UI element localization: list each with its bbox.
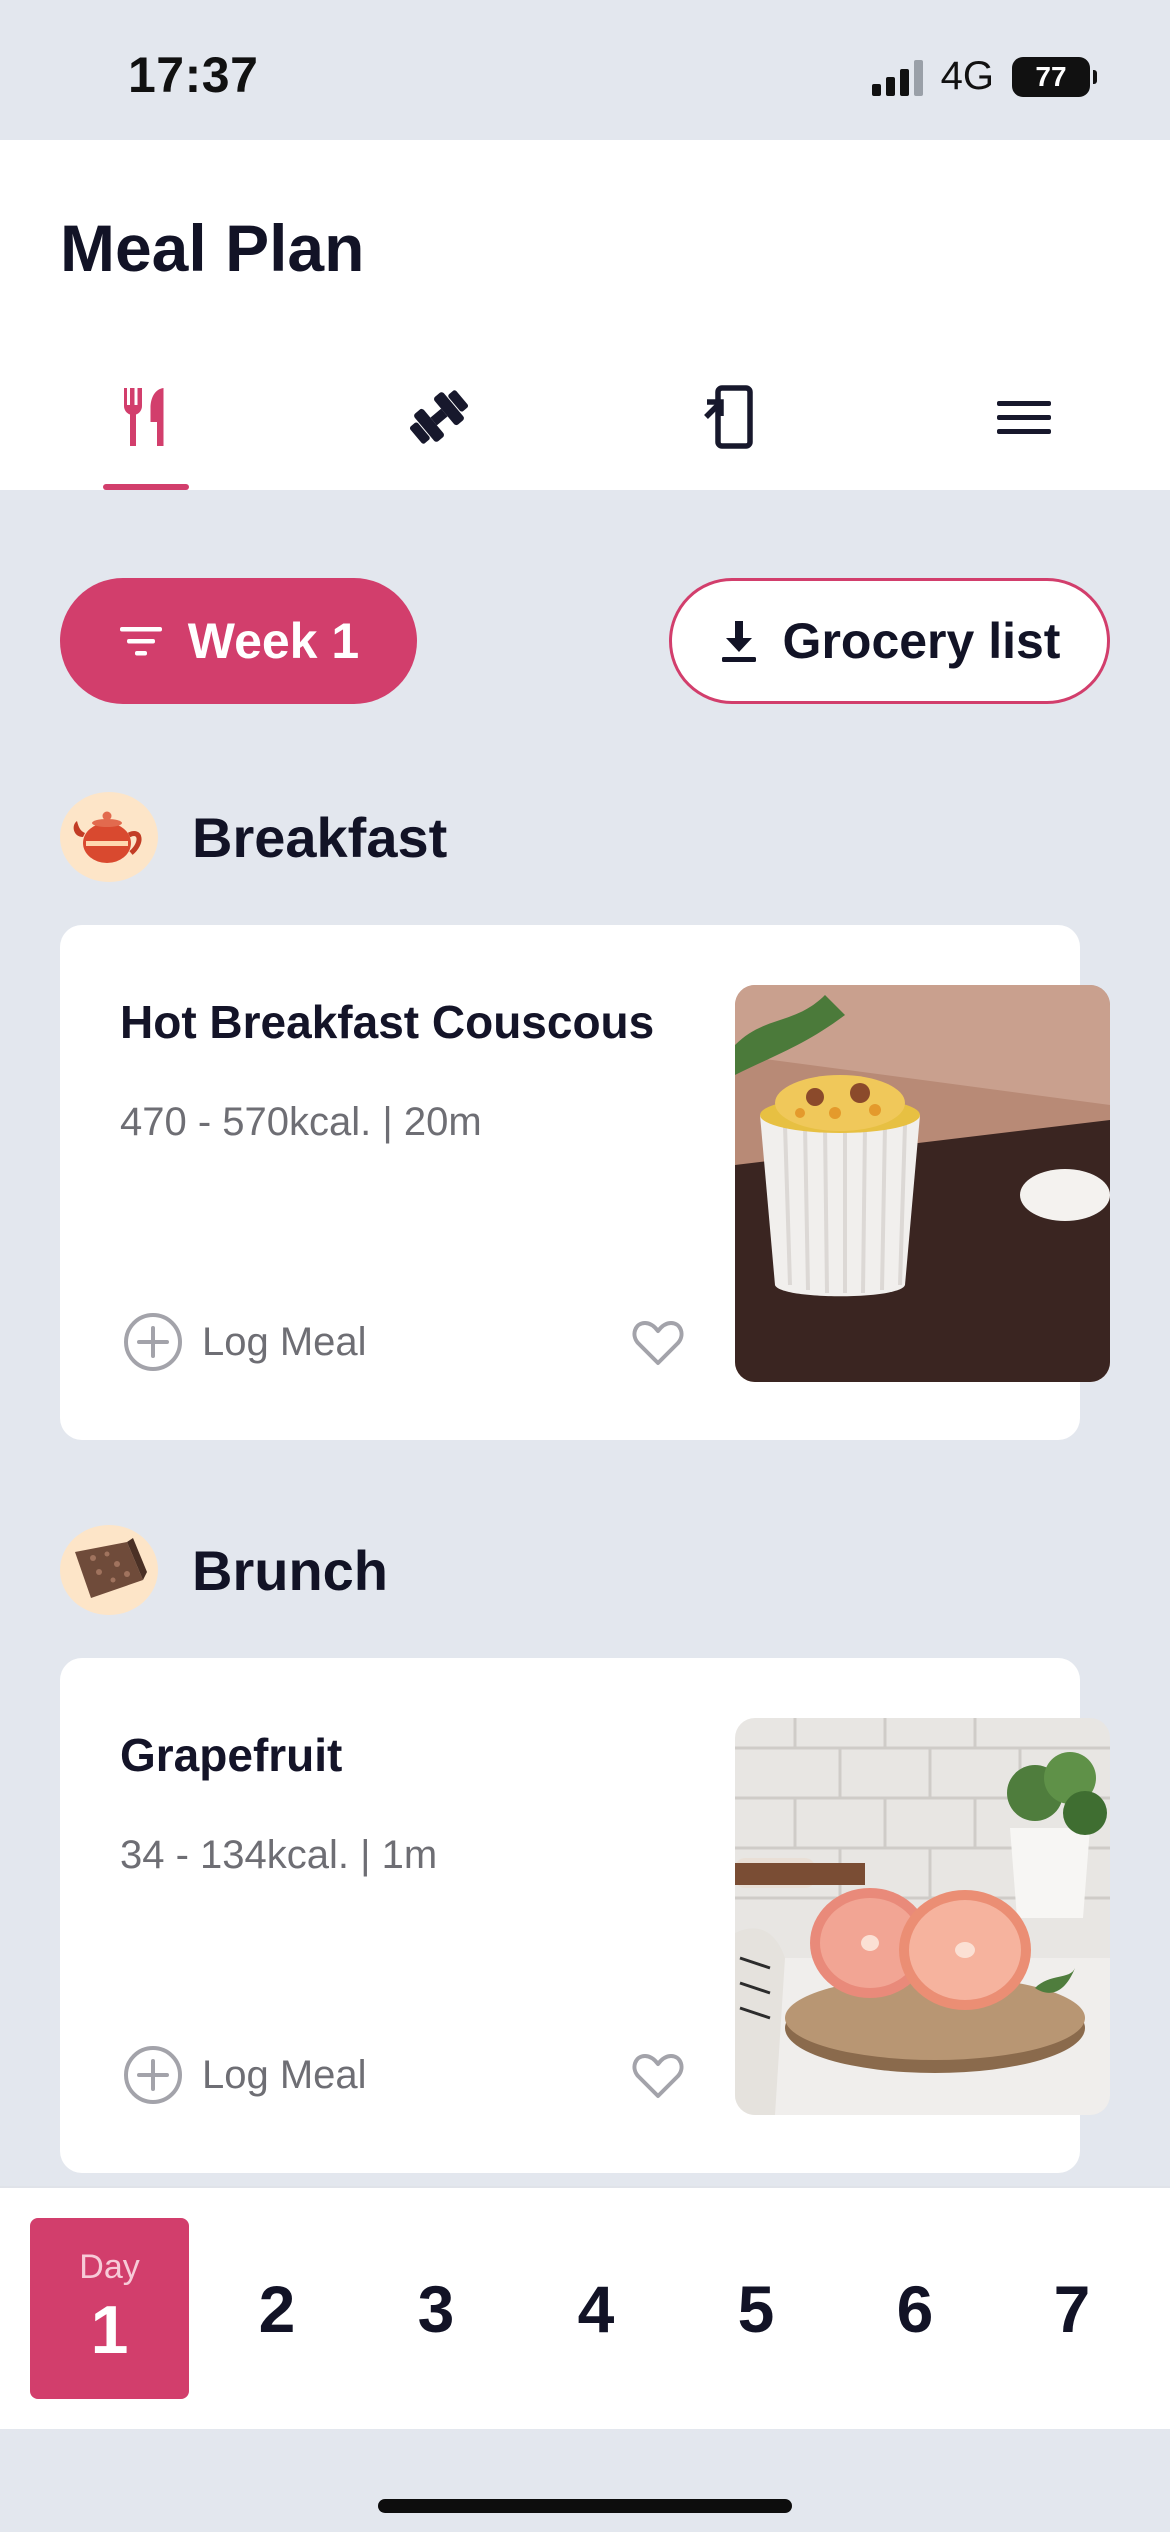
tab-bar xyxy=(0,362,1170,490)
day-selector: Day 1 2 3 4 5 6 7 xyxy=(0,2186,1170,2429)
teapot-icon xyxy=(60,792,158,882)
day-1-button[interactable]: Day 1 xyxy=(30,2218,189,2399)
day-3-button[interactable]: 3 xyxy=(386,2218,486,2399)
meal-meta: 470 - 570kcal. | 20m xyxy=(120,1100,482,1144)
log-meal-button[interactable]: Log Meal xyxy=(122,1310,367,1374)
dumbbell-icon xyxy=(409,390,469,444)
meal-card[interactable]: Grapefruit 34 - 134kcal. | 1m Log Meal xyxy=(60,1658,1110,2173)
status-indicators: 4G 77 xyxy=(871,54,1097,99)
day-number: 1 xyxy=(90,2292,129,2368)
network-type: 4G xyxy=(940,54,994,98)
meal-name[interactable]: Grapefruit xyxy=(120,1728,342,1782)
grocery-list-button[interactable]: Grocery list xyxy=(669,578,1110,704)
tab-meal-plan[interactable] xyxy=(86,362,206,490)
heart-icon[interactable] xyxy=(630,2048,686,2104)
fork-knife-icon xyxy=(123,388,164,446)
meal-heading: Brunch xyxy=(192,1538,388,1602)
hamburger-menu-icon xyxy=(997,401,1051,434)
status-bar: 17:37 4G 77 xyxy=(0,0,1170,140)
home-indicator[interactable] xyxy=(378,2499,792,2513)
cellular-signal-icon xyxy=(871,58,923,96)
meal-photo[interactable] xyxy=(735,1718,1110,2115)
day-label: Day xyxy=(79,2248,140,2286)
meal-meta: 34 - 134kcal. | 1m xyxy=(120,1833,438,1877)
day-5-button[interactable]: 5 xyxy=(706,2218,806,2399)
plus-circle-icon xyxy=(124,1313,182,1371)
meal-heading: Breakfast xyxy=(192,805,448,869)
battery-icon: 77 xyxy=(1012,56,1097,97)
page-title: Meal Plan xyxy=(60,211,365,285)
bottom-safe-area xyxy=(0,2429,1170,2532)
status-time: 17:37 xyxy=(128,47,259,103)
cereal-bar-icon xyxy=(60,1525,158,1615)
meal-header: Brunch xyxy=(60,1525,388,1615)
meal-card[interactable]: Hot Breakfast Couscous 470 - 570kcal. | … xyxy=(60,925,1110,1440)
battery-level: 77 xyxy=(1035,60,1067,92)
grocery-list-label: Grocery list xyxy=(782,613,1061,669)
log-meal-label: Log Meal xyxy=(202,1319,367,1364)
couscous-photo xyxy=(735,985,1110,1382)
week-filter-label: Week 1 xyxy=(187,613,360,669)
tab-workouts[interactable] xyxy=(379,362,499,490)
day-6-button[interactable]: 6 xyxy=(865,2218,965,2399)
tab-menu[interactable] xyxy=(964,362,1084,490)
phone-sync-icon xyxy=(704,385,753,449)
header: Meal Plan xyxy=(0,140,1170,490)
day-4-button[interactable]: 4 xyxy=(546,2218,646,2399)
meal-photo[interactable] xyxy=(735,985,1110,1382)
log-meal-button[interactable]: Log Meal xyxy=(122,2043,367,2107)
grapefruit-photo xyxy=(735,1718,1110,2115)
heart-icon[interactable] xyxy=(630,1315,686,1371)
filter-icon xyxy=(119,627,162,656)
meal-name[interactable]: Hot Breakfast Couscous xyxy=(120,995,654,1049)
day-7-button[interactable]: 7 xyxy=(1022,2218,1122,2399)
week-filter-button[interactable]: Week 1 xyxy=(60,578,417,704)
tab-sync[interactable] xyxy=(670,362,790,490)
download-icon xyxy=(721,621,756,662)
plus-circle-icon xyxy=(124,2046,182,2104)
day-2-button[interactable]: 2 xyxy=(227,2218,327,2399)
log-meal-label: Log Meal xyxy=(202,2052,367,2097)
meal-header: Breakfast xyxy=(60,792,447,882)
